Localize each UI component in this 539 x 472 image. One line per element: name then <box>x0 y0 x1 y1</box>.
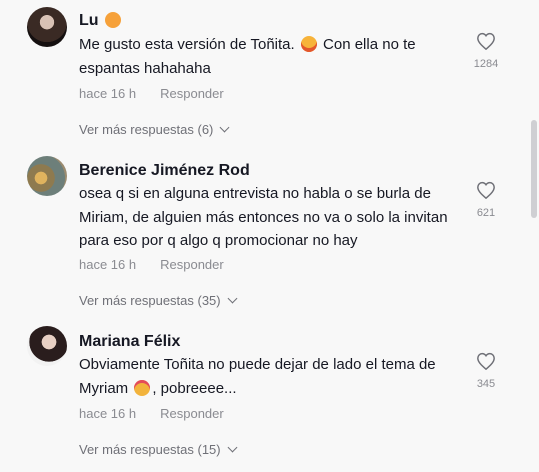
like-count: 345 <box>476 378 496 390</box>
like-button[interactable] <box>474 32 498 50</box>
comment-item: Mariana Félix Obviamente Toñita no puede… <box>0 320 510 472</box>
scrollbar[interactable] <box>531 120 537 218</box>
comment-username[interactable]: Mariana Félix <box>79 332 180 352</box>
like-button[interactable] <box>474 181 498 199</box>
comment-time: hace 16 h <box>79 257 137 272</box>
comment-text: Me gusto esta versión de Toñita. Con ell… <box>79 36 416 77</box>
smile-emoji-icon <box>105 12 121 28</box>
like-count: 1284 <box>473 58 499 70</box>
heart-icon <box>477 181 495 199</box>
comment-text: osea q si en alguna entrevista no habla … <box>79 185 448 249</box>
avatar[interactable] <box>27 156 67 196</box>
comment-item: Lu Me gusto esta versión de Toñita. Con … <box>0 0 510 150</box>
reply-button[interactable]: Responder <box>160 406 224 421</box>
view-more-replies[interactable]: Ver más respuestas (35) <box>79 293 238 309</box>
comment-meta: hace 16 h Responder <box>79 406 224 422</box>
laughing-emoji-icon <box>300 36 317 52</box>
like-button[interactable] <box>474 352 498 370</box>
chevron-down-icon <box>227 442 238 453</box>
heart-icon <box>477 32 495 50</box>
comment-meta: hace 16 h Responder <box>79 86 224 102</box>
chevron-down-icon <box>227 293 238 304</box>
comment-text: Obviamente Toñita no puede dejar de lado… <box>79 356 436 397</box>
reply-button[interactable]: Responder <box>160 86 224 101</box>
chevron-down-icon <box>219 122 230 133</box>
comment-username[interactable]: Berenice Jiménez Rod <box>79 161 250 181</box>
avatar[interactable] <box>27 7 67 47</box>
comment-meta: hace 16 h Responder <box>79 257 224 273</box>
comment-time: hace 16 h <box>79 86 137 101</box>
comment-item: Berenice Jiménez Rod osea q si en alguna… <box>0 150 510 320</box>
comment-time: hace 16 h <box>79 406 137 421</box>
view-more-replies[interactable]: Ver más respuestas (15) <box>79 442 238 458</box>
view-more-replies[interactable]: Ver más respuestas (6) <box>79 122 230 138</box>
like-count: 621 <box>476 207 496 219</box>
heart-icon <box>477 352 495 370</box>
reply-button[interactable]: Responder <box>160 257 224 272</box>
avatar[interactable] <box>27 326 67 366</box>
comment-username[interactable]: Lu <box>79 11 123 31</box>
heart-eyes-emoji-icon <box>134 379 151 396</box>
